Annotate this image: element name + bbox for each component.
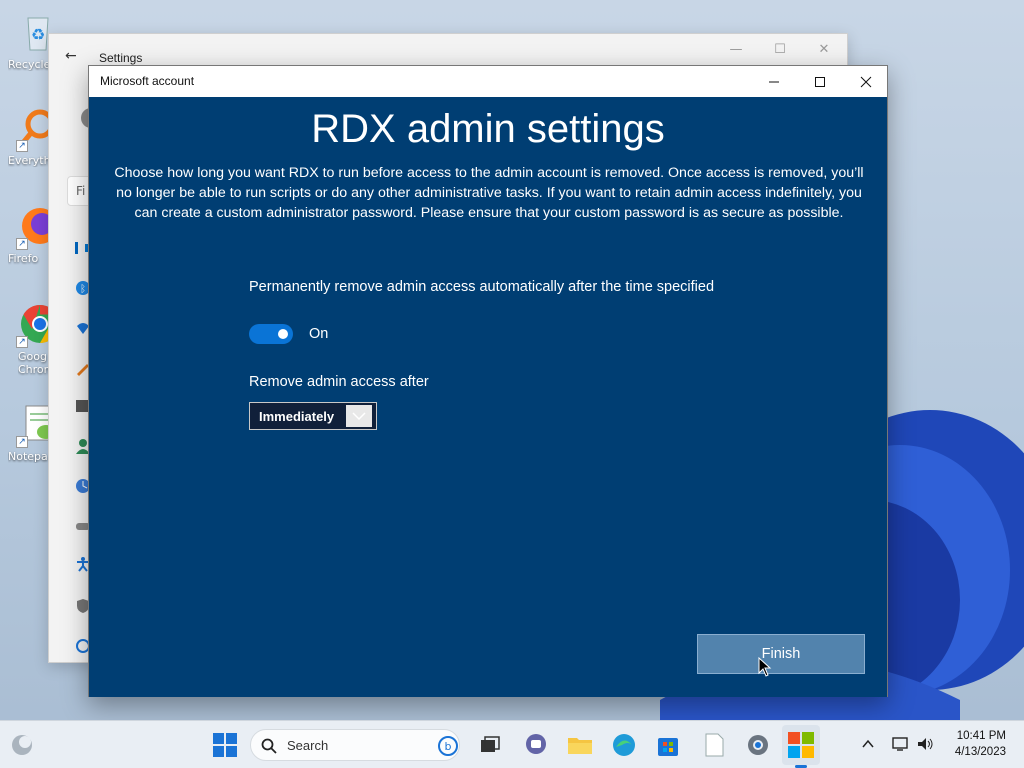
dialog-title: Microsoft account	[100, 74, 195, 88]
chevron-down-icon	[352, 412, 366, 421]
clock-time[interactable]: 10:41 PM	[957, 730, 1006, 742]
maximize-icon	[815, 76, 825, 87]
minimize-icon[interactable]: —	[721, 42, 751, 60]
maximize-icon[interactable]: ☐	[765, 42, 795, 60]
shortcut-arrow-icon: ↗	[16, 336, 28, 348]
page-title: RDX admin settings	[311, 107, 665, 151]
edge-browser-icon[interactable]	[610, 731, 638, 759]
mouse-cursor-icon	[758, 657, 772, 677]
remove-after-dropdown[interactable]: Immediately	[249, 402, 377, 430]
teams-chat-icon[interactable]	[522, 731, 550, 759]
maximize-button[interactable]	[797, 66, 843, 97]
svg-text:b: b	[445, 740, 452, 753]
taskbar-search-box[interactable]: Search b	[250, 729, 460, 761]
toggle-state-label: On	[309, 326, 329, 342]
notepad-app-icon[interactable]	[700, 731, 728, 759]
network-status-icon[interactable]	[892, 736, 910, 752]
remove-after-label: Remove admin access after	[249, 374, 429, 390]
intro-paragraph: Choose how long you want RDX to run befo…	[114, 165, 864, 221]
settings-window-title: Settings	[99, 51, 143, 65]
shortcut-arrow-icon: ↗	[16, 140, 28, 152]
close-icon[interactable]: ✕	[809, 42, 839, 60]
file-explorer-icon[interactable]	[566, 731, 594, 759]
widgets-weather-icon[interactable]	[8, 731, 36, 759]
microsoft-account-app-icon[interactable]	[787, 731, 815, 759]
auto-remove-toggle[interactable]	[249, 324, 293, 344]
minimize-button[interactable]	[751, 66, 797, 97]
task-view-icon[interactable]	[476, 731, 504, 759]
chevron-up-icon[interactable]	[862, 739, 874, 749]
volume-icon[interactable]	[916, 736, 934, 752]
microsoft-store-icon[interactable]	[654, 731, 682, 759]
bing-chat-icon[interactable]: b	[437, 735, 459, 757]
auto-remove-label: Permanently remove admin access automati…	[249, 279, 715, 295]
dialog-content: RDX admin settings Choose how long you w…	[89, 97, 887, 697]
shortcut-arrow-icon: ↗	[16, 238, 28, 250]
dialog-titlebar[interactable]: Microsoft account	[89, 66, 887, 97]
svg-text:♻: ♻	[31, 25, 45, 44]
search-label: Search	[287, 738, 329, 753]
taskbar: Search b 10:41 PM 4/13/2023	[0, 720, 1024, 768]
close-icon	[860, 76, 872, 87]
toggle-knob	[278, 329, 288, 339]
svg-text:ᛒ: ᛒ	[80, 284, 86, 295]
shortcut-arrow-icon: ↗	[16, 436, 28, 448]
microsoft-account-dialog[interactable]: Microsoft account RDX admin settings Cho…	[88, 65, 888, 697]
start-windows-icon[interactable]	[211, 731, 239, 759]
settings-gear-icon[interactable]	[744, 731, 772, 759]
close-button[interactable]	[843, 66, 889, 97]
dropdown-button[interactable]	[346, 405, 372, 427]
search-icon	[261, 738, 277, 754]
clock-date[interactable]: 4/13/2023	[955, 746, 1006, 758]
back-arrow-icon[interactable]: ←	[65, 48, 77, 64]
dropdown-selected-value: Immediately	[259, 409, 335, 424]
minimize-icon	[769, 81, 779, 82]
finish-button[interactable]: Finish	[697, 634, 865, 674]
